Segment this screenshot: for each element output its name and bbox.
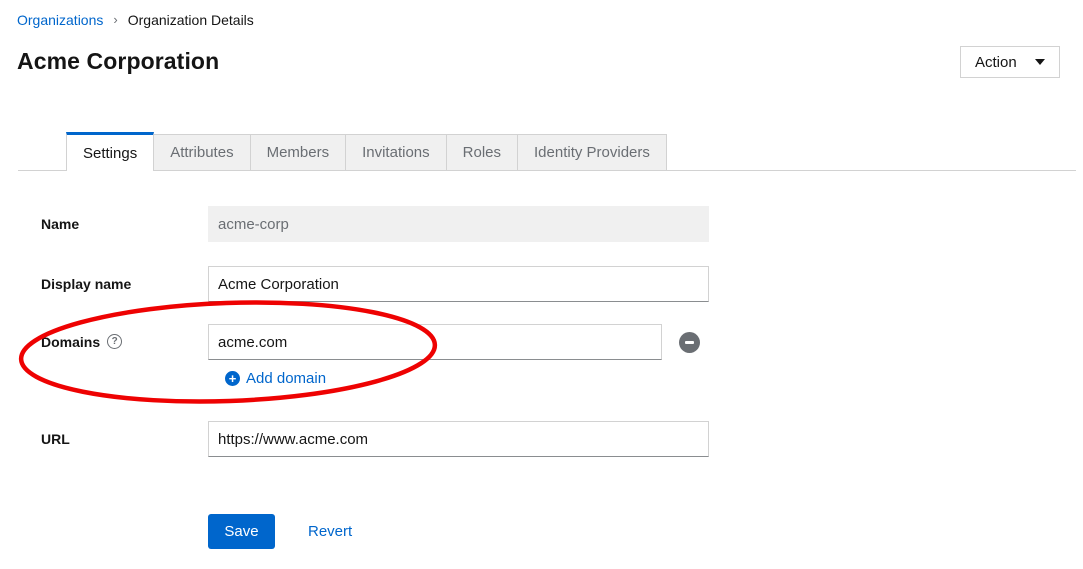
breadcrumb-current: Organization Details: [128, 12, 254, 28]
minus-circle-icon: [685, 341, 694, 344]
tab-identity-providers[interactable]: Identity Providers: [518, 134, 667, 170]
tab-attributes[interactable]: Attributes: [154, 134, 250, 170]
breadcrumb: Organizations › Organization Details: [17, 12, 1076, 28]
url-input[interactable]: [208, 421, 709, 457]
action-dropdown-button[interactable]: Action: [960, 46, 1060, 78]
tab-bar: Settings Attributes Members Invitations …: [18, 132, 1076, 171]
url-field-row: URL: [41, 421, 1076, 457]
name-field-row: Name: [41, 206, 1076, 242]
page-header: Acme Corporation Action: [17, 46, 1076, 84]
save-button[interactable]: Save: [208, 514, 275, 549]
settings-form: Name Display name Domains ?: [41, 206, 1076, 549]
revert-button[interactable]: Revert: [308, 523, 352, 540]
domains-field-row: Domains ? + Add domain: [41, 324, 1076, 388]
domain-entry-row: [208, 324, 700, 360]
breadcrumb-link-organizations[interactable]: Organizations: [17, 12, 103, 28]
plus-circle-icon: +: [225, 371, 240, 386]
tab-roles[interactable]: Roles: [447, 134, 518, 170]
url-label: URL: [41, 431, 70, 447]
caret-down-icon: [1035, 59, 1045, 65]
breadcrumb-separator-icon: ›: [113, 12, 117, 28]
name-input: [208, 206, 709, 242]
tab-members[interactable]: Members: [251, 134, 347, 170]
add-domain-button[interactable]: + Add domain: [225, 370, 326, 387]
form-actions: Save Revert: [208, 514, 1076, 549]
page-title: Acme Corporation: [17, 46, 219, 76]
display-name-input[interactable]: [208, 266, 709, 302]
tab-settings[interactable]: Settings: [66, 132, 154, 171]
organization-details-page: Organizations › Organization Details Acm…: [0, 0, 1083, 549]
domain-input[interactable]: [208, 324, 662, 360]
display-name-label: Display name: [41, 276, 131, 292]
question-circle-icon[interactable]: ?: [107, 334, 122, 349]
domains-label: Domains: [41, 334, 100, 350]
add-domain-label: Add domain: [246, 370, 326, 387]
action-dropdown-label: Action: [975, 54, 1017, 71]
tab-invitations[interactable]: Invitations: [346, 134, 447, 170]
display-name-field-row: Display name: [41, 266, 1076, 302]
remove-domain-button[interactable]: [679, 332, 700, 353]
name-label: Name: [41, 216, 79, 232]
